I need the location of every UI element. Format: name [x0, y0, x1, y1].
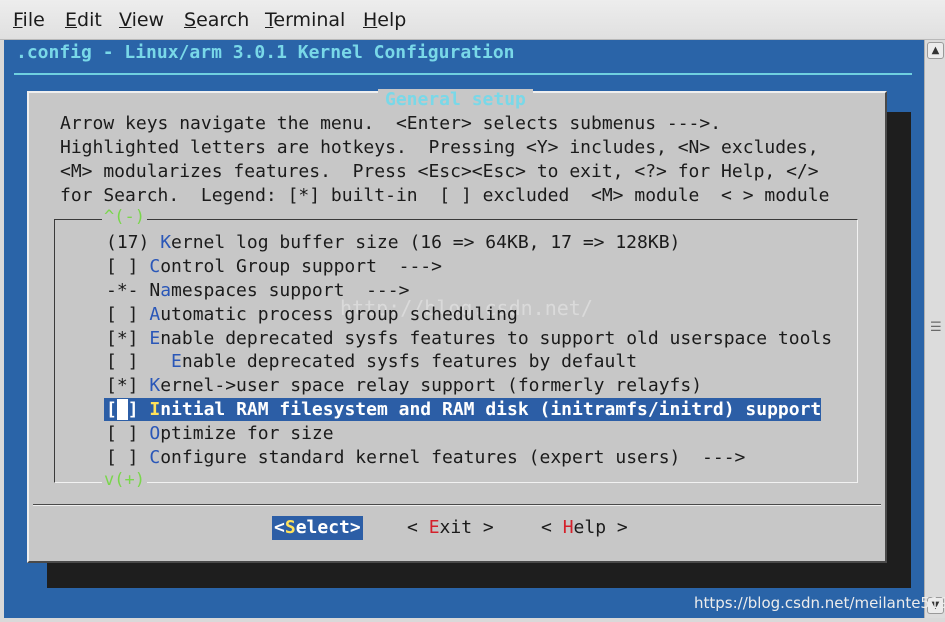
config-title: .config - Linux/arm 3.0.1 Kernel Configu… [16, 42, 515, 63]
button-bracket: < [541, 517, 563, 538]
menu-item-label: nable deprecated sysfs features by defau… [181, 351, 638, 372]
button-bracket: > [349, 517, 361, 538]
menu-item-prefix: ] [127, 399, 150, 420]
menu-edit-hotkey: E [65, 9, 78, 31]
menu-file-label: ile [22, 9, 45, 31]
title-divider [14, 73, 912, 75]
watermark-url: https://blog.csdn.net/meilante519 [694, 594, 945, 612]
menu-item-prefix: [ ] [106, 304, 150, 325]
help-line: Arrow keys navigate the menu. <Enter> se… [60, 113, 722, 134]
menu-item-label: ptimize for size [160, 423, 334, 444]
menu-item-label: utomatic process group scheduling [160, 304, 518, 325]
menu-item-hotkey: C [149, 256, 161, 277]
menu-edit[interactable]: Edit [65, 9, 102, 31]
button-hotkey: H [562, 517, 574, 538]
menu-item[interactable]: [ ] Enable deprecated sysfs features by … [106, 350, 637, 373]
menu-item-prefix: (17) [106, 232, 161, 253]
help-line: Highlighted letters are hotkeys. Pressin… [60, 137, 819, 158]
menu-item-prefix: [ ] [106, 423, 150, 444]
menu-terminal[interactable]: Terminal [265, 9, 345, 31]
menu-item-label: mespaces support ---> [171, 280, 410, 301]
menu-item-hotkey: A [149, 304, 161, 325]
menu-help-hotkey: H [363, 9, 378, 31]
menu-view-hotkey: V [119, 9, 132, 31]
menu-item-prefix: [ ] [106, 256, 150, 277]
help-button[interactable]: < Help > [541, 516, 628, 540]
menu-item-prefix: [ ] [106, 351, 172, 372]
menu-terminal-label: erminal [273, 9, 346, 31]
menu-item-label: nable deprecated sysfs features to suppo… [160, 328, 833, 349]
select-button[interactable]: <Select> [272, 516, 363, 540]
menu-help[interactable]: Help [363, 9, 406, 31]
help-line: <M> modularizes features. Press <Esc><Es… [60, 161, 819, 182]
button-bracket: > [606, 517, 628, 538]
menu-item-hotkey: E [149, 328, 161, 349]
menu-item-label: nitial RAM filesystem and RAM disk (init… [160, 399, 822, 420]
scroll-up-indicator: ^(-) [102, 207, 147, 227]
menu-item-label: ontrol Group support ---> [160, 256, 442, 277]
menu-item-prefix: [*] [106, 375, 150, 396]
dialog-title: General setup [378, 89, 533, 110]
menu-item-hotkey: E [171, 351, 182, 372]
menu-item-prefix: [ ] [106, 447, 150, 468]
menu-item[interactable]: [ ] Configure standard kernel features (… [106, 446, 745, 469]
menu-item[interactable]: [ ] Control Group support ---> [106, 255, 442, 278]
button-bracket: < [274, 517, 285, 538]
button-hotkey: E [428, 517, 440, 538]
menu-item[interactable]: [*] Kernel->user space relay support (fo… [106, 374, 702, 397]
menu-item-prefix: -*- N [106, 280, 161, 301]
button-bar-divider [33, 504, 881, 506]
menu-edit-label: dit [77, 9, 102, 31]
menu-item-label: ernel log buffer size (16 => 64KB, 17 =>… [171, 232, 681, 253]
menu-item-prefix: [*] [106, 328, 150, 349]
menu-search[interactable]: Search [184, 9, 249, 31]
menu-item[interactable]: (17) Kernel log buffer size (16 => 64KB,… [106, 231, 680, 254]
menu-item[interactable]: [ ] Automatic process group scheduling [106, 303, 518, 326]
button-bracket: > [472, 517, 494, 538]
button-label: elect [295, 517, 350, 538]
window-menubar: File Edit View Search Terminal Help [0, 0, 945, 40]
menu-item-label: ernel->user space relay support (formerl… [160, 375, 703, 396]
menu-item[interactable]: [*] Enable deprecated sysfs features to … [106, 327, 832, 350]
button-label: xit [439, 517, 473, 538]
scroll-grip-icon[interactable]: ☰ [930, 320, 942, 335]
menu-search-label: earch [196, 9, 250, 31]
menu-item-hotkey: I [149, 399, 161, 420]
scroll-down-indicator: v(+) [102, 470, 147, 490]
help-line: for Search. Legend: [*] built-in [ ] exc… [60, 185, 830, 206]
menu-item-hotkey: C [149, 447, 161, 468]
text-cursor [116, 399, 128, 420]
button-hotkey: S [284, 517, 296, 538]
menu-item[interactable]: [ ] Optimize for size [106, 422, 334, 445]
menu-file-hotkey: F [13, 9, 23, 31]
menu-item-hotkey: a [160, 280, 172, 301]
menu-item-label: onfigure standard kernel features (exper… [160, 447, 746, 468]
button-bracket: < [407, 517, 429, 538]
terminal-scrollbar[interactable]: ▲ ☰ ▼ [924, 40, 945, 618]
menu-search-hotkey: S [184, 9, 197, 31]
menu-item-prefix: [ [106, 399, 117, 420]
menu-help-label: elp [377, 9, 407, 31]
menu-view-label: iew [131, 9, 165, 31]
button-label: elp [573, 517, 607, 538]
menu-view[interactable]: View [119, 9, 164, 31]
menu-item-selected[interactable]: [ ] Initial RAM filesystem and RAM disk … [104, 398, 822, 421]
scroll-up-icon[interactable]: ▲ [927, 42, 944, 59]
menu-item-hotkey: K [160, 232, 172, 253]
menu-item-hotkey: K [149, 375, 161, 396]
menu-item-hotkey: O [149, 423, 161, 444]
menu-item[interactable]: -*- Namespaces support ---> [106, 279, 409, 302]
menu-file[interactable]: File [13, 9, 45, 31]
exit-button[interactable]: < Exit > [407, 516, 494, 540]
